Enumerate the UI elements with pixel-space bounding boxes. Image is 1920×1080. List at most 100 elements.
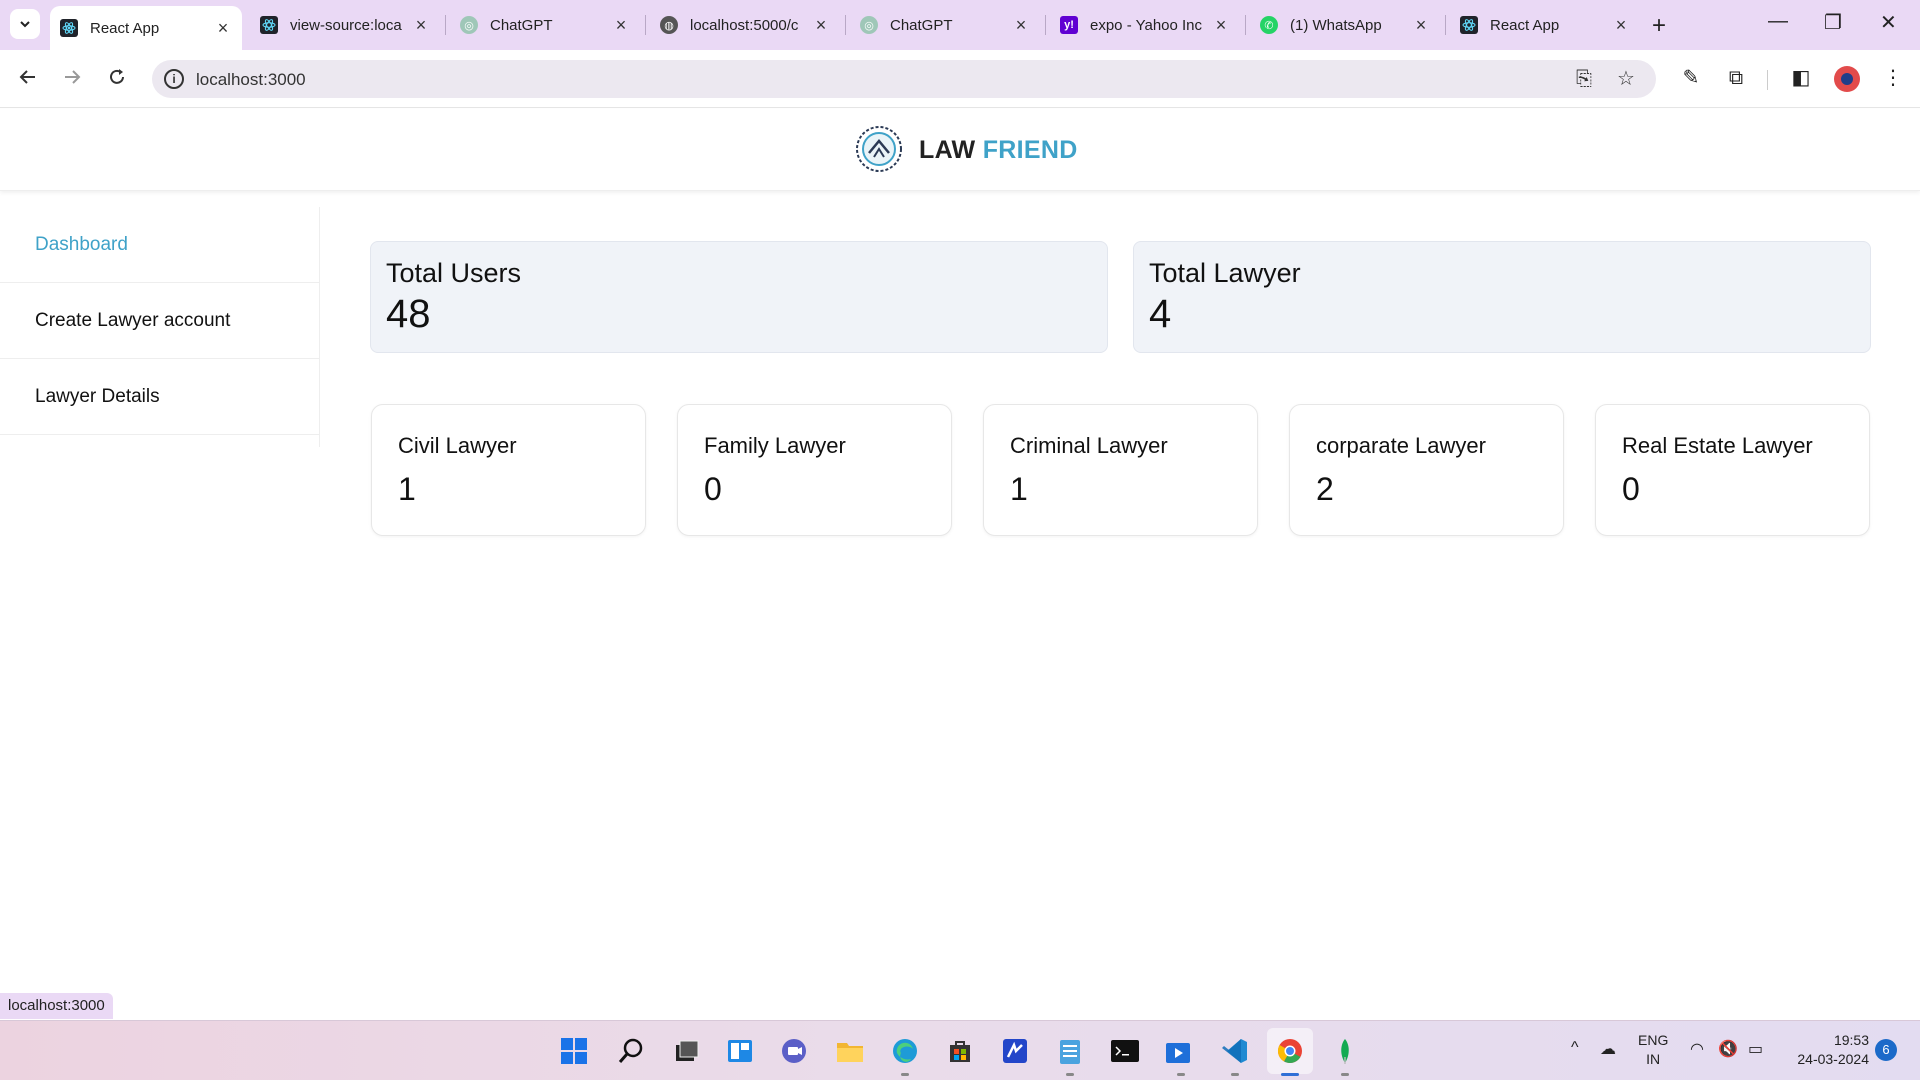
card-value: 0 (1622, 471, 1640, 507)
tab-whatsapp[interactable]: ✆ (1) WhatsApp × (1250, 7, 1440, 43)
clock-time: 19:53 (1833, 1032, 1869, 1048)
speaker-muted-icon[interactable]: 🔇 (1718, 1039, 1738, 1059)
tab-title: view-source:loca (290, 16, 402, 34)
total-lawyer-card: Total Lawyer 4 (1133, 241, 1871, 353)
corporate-lawyer-card: corparate Lawyer 2 (1289, 404, 1564, 536)
card-label: Total Users (386, 258, 522, 288)
close-icon[interactable]: × (812, 15, 830, 36)
brand-title: LAW FRIEND (919, 136, 1078, 165)
status-url-bubble: localhost:3000 (0, 993, 113, 1019)
card-label: Family Lawyer (704, 433, 846, 458)
reload-icon[interactable] (102, 62, 132, 92)
site-info-icon[interactable]: i (164, 69, 184, 89)
tab-react-app-2[interactable]: React App × (1450, 7, 1640, 43)
sidebar-item-create-lawyer-account[interactable]: Create Lawyer account (0, 283, 319, 359)
windows-taskbar: ^ ☁ ENG IN ◠ 🔇 ▭ 19:53 24-03-2024 6 (0, 1020, 1920, 1080)
running-indicator (1341, 1073, 1349, 1076)
card-label: Civil Lawyer (398, 433, 517, 458)
teams-chat-icon[interactable] (776, 1033, 812, 1069)
criminal-lawyer-card: Criminal Lawyer 1 (983, 404, 1258, 536)
battery-icon[interactable]: ▭ (1748, 1039, 1763, 1059)
vscode-icon[interactable] (1217, 1033, 1253, 1069)
whatsapp-icon: ✆ (1260, 16, 1278, 34)
url-text: localhost:3000 (196, 70, 306, 89)
bookmark-star-icon[interactable]: ☆ (1614, 68, 1638, 90)
close-icon[interactable]: × (1212, 15, 1230, 36)
card-label: corparate Lawyer (1316, 433, 1486, 458)
new-tab-plus-icon[interactable]: + (1652, 12, 1666, 40)
notification-badge[interactable]: 6 (1875, 1039, 1897, 1061)
microsoft-store-icon[interactable] (942, 1033, 978, 1069)
powerautomate-icon[interactable] (997, 1033, 1033, 1069)
tab-view-source[interactable]: view-source:loca × (250, 7, 440, 43)
react-icon (1460, 16, 1478, 34)
tab-chatgpt-2[interactable]: ◎ ChatGPT × (850, 7, 1040, 43)
card-value: 1 (398, 471, 416, 507)
tab-yahoo[interactable]: y! expo - Yahoo Inc × (1050, 7, 1240, 43)
close-icon[interactable]: × (1412, 15, 1430, 36)
system-clock[interactable]: 19:53 24-03-2024 (1785, 1031, 1869, 1069)
card-label: Real Estate Lawyer (1622, 433, 1813, 458)
extensions-puzzle-icon[interactable]: ⧉ (1722, 64, 1750, 92)
show-hidden-icons-chevron-icon[interactable]: ^ (1571, 1039, 1579, 1057)
restore-icon[interactable]: ❐ (1824, 10, 1842, 35)
task-view-icon[interactable] (668, 1033, 704, 1069)
tab-chatgpt[interactable]: ◎ ChatGPT × (450, 7, 640, 43)
close-icon[interactable]: × (1012, 15, 1030, 36)
running-indicator (1177, 1073, 1185, 1076)
forward-arrow-icon[interactable] (57, 62, 87, 92)
react-icon (260, 16, 278, 34)
card-label: Total Lawyer (1149, 258, 1301, 288)
notepad-icon[interactable] (1052, 1033, 1088, 1069)
windows-start-icon[interactable] (556, 1033, 592, 1069)
terminal-icon[interactable] (1107, 1033, 1143, 1069)
profile-avatar[interactable] (1834, 66, 1860, 92)
minimize-icon[interactable]: — (1768, 10, 1788, 33)
close-icon[interactable]: × (214, 18, 232, 39)
search-icon[interactable] (613, 1033, 649, 1069)
onedrive-cloud-icon[interactable]: ☁ (1600, 1039, 1616, 1059)
tab-separator (445, 15, 446, 35)
tab-search-button[interactable] (10, 9, 40, 39)
card-value: 4 (1149, 292, 1172, 336)
running-indicator (1066, 1073, 1074, 1076)
toolbar-divider (1767, 70, 1768, 90)
edge-browser-icon[interactable] (887, 1033, 923, 1069)
install-app-icon[interactable]: ⎘ (1572, 68, 1596, 90)
pen-extension-icon[interactable]: ✎ (1677, 64, 1705, 92)
running-indicator (901, 1073, 909, 1076)
address-bar[interactable]: i localhost:3000 ⎘ ☆ (152, 60, 1656, 98)
tab-title: expo - Yahoo Inc (1090, 16, 1203, 34)
card-value: 2 (1316, 471, 1334, 507)
tab-title: ChatGPT (890, 16, 953, 34)
file-explorer-icon[interactable] (832, 1033, 868, 1069)
sidebar-item-dashboard[interactable]: Dashboard (0, 207, 319, 283)
widgets-icon[interactable] (722, 1033, 758, 1069)
window-close-icon[interactable]: ✕ (1880, 10, 1897, 35)
card-value: 1 (1010, 471, 1028, 507)
side-panel-icon[interactable]: ◧ (1787, 64, 1815, 92)
card-label: Criminal Lawyer (1010, 433, 1168, 458)
family-lawyer-card: Family Lawyer 0 (677, 404, 952, 536)
tab-react-app[interactable]: React App × (50, 6, 242, 50)
chatgpt-icon: ◎ (860, 16, 878, 34)
tab-localhost-5000[interactable]: ◍ localhost:5000/c × (650, 7, 840, 43)
wifi-icon[interactable]: ◠ (1690, 1039, 1704, 1059)
brand-word-friend: FRIEND (982, 136, 1078, 164)
browser-toolbar: i localhost:3000 ⎘ ☆ ✎ ⧉ ◧ ⋮ (0, 50, 1920, 108)
media-player-icon[interactable] (1162, 1033, 1198, 1069)
close-icon[interactable]: × (412, 15, 430, 36)
tab-title: React App (1490, 16, 1560, 34)
more-menu-icon[interactable]: ⋮ (1879, 64, 1907, 92)
mongodb-compass-icon[interactable] (1327, 1033, 1363, 1069)
sidebar-item-lawyer-details[interactable]: Lawyer Details (0, 359, 319, 435)
close-icon[interactable]: × (1612, 15, 1630, 36)
tab-title: (1) WhatsApp (1290, 16, 1382, 34)
back-arrow-icon[interactable] (13, 62, 43, 92)
close-icon[interactable]: × (612, 15, 630, 36)
input-language[interactable]: ENG IN (1638, 1031, 1668, 1069)
tab-separator (645, 15, 646, 35)
tab-separator (1245, 15, 1246, 35)
chrome-icon[interactable] (1267, 1028, 1313, 1074)
real-estate-lawyer-card: Real Estate Lawyer 0 (1595, 404, 1870, 536)
